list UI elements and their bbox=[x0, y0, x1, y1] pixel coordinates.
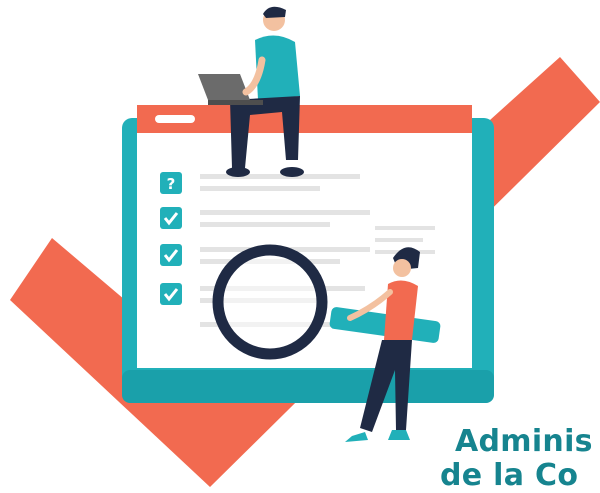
checkbox-checked-icon bbox=[160, 283, 182, 305]
checkbox-checked-icon bbox=[160, 207, 182, 229]
question-mark-icon: ? bbox=[160, 172, 182, 194]
svg-text:?: ? bbox=[167, 175, 176, 193]
checklist-illustration: ? bbox=[10, 6, 600, 487]
caption-line-2: de la Co bbox=[440, 458, 579, 493]
window-title-pill bbox=[155, 115, 195, 123]
checkbox-checked-icon bbox=[160, 244, 182, 266]
window-bottom-bar bbox=[122, 370, 494, 403]
caption-line-1: Adminis bbox=[455, 424, 593, 459]
